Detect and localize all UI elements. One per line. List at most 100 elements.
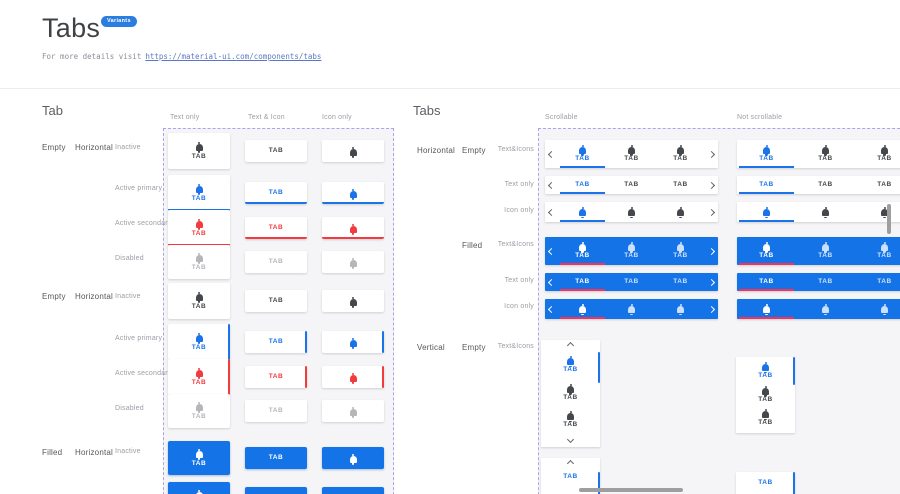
tab[interactable]: TAB: [656, 237, 705, 265]
active-indicator: [305, 331, 307, 353]
tab[interactable]: TAB: [541, 379, 600, 407]
tab-sample[interactable]: [322, 487, 384, 494]
tab[interactable]: TAB: [607, 237, 656, 265]
tab-sample[interactable]: [322, 217, 384, 239]
tab[interactable]: TAB: [656, 176, 705, 194]
chevron-left-button[interactable]: [545, 140, 558, 168]
chevron-right-button[interactable]: [705, 140, 718, 168]
tab-sample[interactable]: TAB: [168, 133, 230, 169]
active-indicator: [322, 237, 384, 239]
tab[interactable]: [855, 299, 900, 319]
tab-active[interactable]: TAB: [736, 359, 795, 383]
tab-sample[interactable]: [322, 140, 384, 162]
tab[interactable]: TAB: [855, 273, 900, 291]
tab[interactable]: TAB: [736, 406, 795, 430]
chevron-right-button[interactable]: [705, 273, 718, 291]
tab-sample[interactable]: TAB: [168, 245, 230, 279]
tab-sample[interactable]: TAB: [245, 447, 307, 469]
tab-active[interactable]: [737, 299, 796, 319]
tab-active[interactable]: TAB: [558, 237, 607, 265]
tab-sample[interactable]: TAB: [168, 283, 230, 319]
docs-link[interactable]: https://material-ui.com/components/tabs: [145, 52, 321, 61]
tab-sample[interactable]: TAB: [245, 331, 307, 353]
tab-sample[interactable]: [322, 331, 384, 353]
chevron-left-button[interactable]: [545, 202, 558, 222]
tab[interactable]: [796, 202, 855, 222]
tab-active[interactable]: TAB: [737, 140, 796, 168]
tab[interactable]: TAB: [796, 140, 855, 168]
tab[interactable]: TAB: [796, 237, 855, 265]
tab-active[interactable]: TAB: [737, 176, 796, 194]
tab[interactable]: TAB: [541, 406, 600, 434]
tab-active[interactable]: TAB: [736, 472, 795, 491]
tab-sample[interactable]: TAB: [168, 482, 230, 494]
tab-active[interactable]: [558, 202, 607, 222]
tab[interactable]: TAB: [855, 140, 900, 168]
chevron-right-button[interactable]: [705, 202, 718, 222]
chevron-left-button[interactable]: [545, 273, 558, 291]
tab-sample[interactable]: [322, 366, 384, 388]
tab[interactable]: [656, 299, 705, 319]
tab-sample[interactable]: TAB: [245, 290, 307, 312]
tab-active[interactable]: TAB: [541, 351, 600, 379]
chevron-right-button[interactable]: [705, 237, 718, 265]
chevron-down-button[interactable]: [541, 434, 600, 445]
tab-sample[interactable]: [322, 251, 384, 273]
tab[interactable]: TAB: [607, 273, 656, 291]
tab[interactable]: TAB: [736, 383, 795, 407]
tab[interactable]: [796, 299, 855, 319]
tab[interactable]: TAB: [796, 273, 855, 291]
tab-active[interactable]: TAB: [737, 237, 796, 265]
tab-sample[interactable]: [322, 400, 384, 422]
tab[interactable]: [855, 202, 900, 222]
tab-sample[interactable]: TAB: [168, 359, 230, 395]
tab-active[interactable]: TAB: [541, 469, 600, 486]
tab-sample[interactable]: TAB: [168, 210, 230, 246]
tab[interactable]: TAB: [607, 140, 656, 168]
chevron-left-button[interactable]: [545, 176, 558, 194]
tab-sample[interactable]: TAB: [168, 175, 230, 211]
tab-sample[interactable]: [322, 447, 384, 469]
chevron-right-button[interactable]: [705, 299, 718, 319]
chevron-left-icon: [548, 305, 555, 312]
tab-sample[interactable]: TAB: [245, 217, 307, 239]
tab[interactable]: TAB: [607, 176, 656, 194]
tab-active[interactable]: TAB: [737, 273, 796, 291]
tab[interactable]: TAB: [656, 140, 705, 168]
chevron-right-button[interactable]: [705, 176, 718, 194]
chevron-left-button[interactable]: [545, 299, 558, 319]
tab-sample[interactable]: TAB: [245, 182, 307, 204]
horizontal-scrollbar[interactable]: [579, 488, 683, 492]
tab[interactable]: [607, 299, 656, 319]
tab[interactable]: [656, 202, 705, 222]
tab-sample[interactable]: TAB: [168, 441, 230, 475]
tab-active[interactable]: TAB: [558, 140, 607, 168]
tab-active[interactable]: TAB: [558, 273, 607, 291]
tab[interactable]: TAB: [656, 273, 705, 291]
tab-sample[interactable]: TAB: [245, 251, 307, 273]
chevron-left-button[interactable]: [545, 237, 558, 265]
tab-active[interactable]: [558, 299, 607, 319]
tab[interactable]: TAB: [796, 176, 855, 194]
tab-sample[interactable]: TAB: [245, 140, 307, 162]
tab-label: TAB: [269, 339, 283, 346]
tab-sample[interactable]: [322, 290, 384, 312]
chevron-up-button[interactable]: [541, 340, 600, 351]
tab-active[interactable]: TAB: [558, 176, 607, 194]
chevron-up-button[interactable]: [541, 458, 600, 469]
bell-icon: [628, 209, 635, 216]
tab-active[interactable]: [737, 202, 796, 222]
tab-list: [737, 299, 900, 319]
tab-sample[interactable]: TAB: [245, 366, 307, 388]
tab-sample[interactable]: TAB: [168, 324, 230, 360]
vertical-scrollbar[interactable]: [887, 204, 891, 234]
tab-sample[interactable]: TAB: [245, 400, 307, 422]
tab-sample[interactable]: TAB: [245, 487, 307, 494]
tab-sample[interactable]: [322, 182, 384, 204]
tab-sample[interactable]: TAB: [168, 394, 230, 428]
active-indicator: [382, 331, 384, 353]
tab[interactable]: TAB: [855, 237, 900, 265]
tab[interactable]: [607, 202, 656, 222]
tab[interactable]: TAB: [855, 176, 900, 194]
chevron-right-icon: [708, 247, 715, 254]
